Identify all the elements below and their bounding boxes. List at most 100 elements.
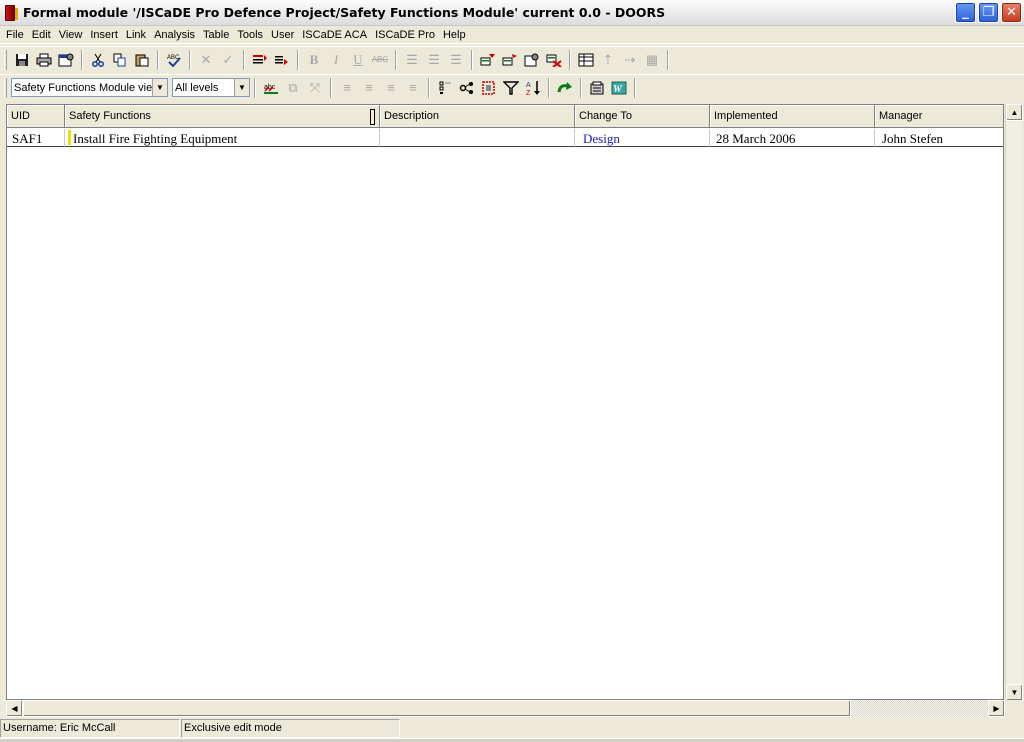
cell-implemented[interactable]: 28 March 2006 (710, 129, 875, 147)
save-icon[interactable] (11, 49, 33, 71)
toolbar-separator (81, 49, 83, 70)
toolbar-separator (667, 49, 669, 70)
toolbar-separator (395, 49, 397, 70)
table-icon[interactable] (575, 49, 597, 71)
svg-text:Z: Z (526, 90, 531, 96)
view-toolbar: Safety Functions Module view ▼ All level… (0, 74, 1024, 100)
column-header-manager[interactable]: Manager (875, 105, 1003, 128)
vertical-scrollbar[interactable]: ▲ ▼ (1005, 104, 1023, 701)
toolbar-separator (548, 77, 550, 98)
spell-check-red-icon[interactable]: abc (260, 77, 282, 99)
close-button[interactable]: ✕ (1001, 2, 1022, 23)
column-header-change-to[interactable]: Change To (575, 105, 710, 128)
cell-description[interactable] (380, 129, 575, 147)
check-icon[interactable]: ✓ (217, 49, 239, 71)
menu-iscade-pro[interactable]: ISCaDE Pro (371, 29, 439, 41)
link-delete-icon[interactable] (543, 49, 565, 71)
toolbar-separator (580, 77, 582, 98)
module-table[interactable]: UID Safety Functions Description Change … (6, 104, 1004, 700)
print-icon[interactable] (33, 49, 55, 71)
horizontal-scroll-thumb[interactable] (23, 700, 851, 717)
menu-bar: File Edit View Insert Link Analysis Tabl… (0, 26, 1024, 44)
view-select-value: Safety Functions Module view (14, 81, 161, 94)
table-grid-icon[interactable]: ▦ (641, 49, 663, 71)
outline-icon[interactable] (434, 77, 456, 99)
toolbar-separator (569, 49, 571, 70)
menu-table[interactable]: Table (199, 29, 233, 41)
insert-object-right-icon[interactable] (271, 49, 293, 71)
delete-icon[interactable]: ✕ (195, 49, 217, 71)
spell-check-icon[interactable]: ABC (163, 49, 185, 71)
paste-icon[interactable] (131, 49, 153, 71)
bold-icon[interactable]: B (303, 49, 325, 71)
spreadsheet-icon[interactable] (586, 77, 608, 99)
sort-icon[interactable]: AZ (522, 77, 544, 99)
menu-link[interactable]: Link (122, 29, 150, 41)
doors-app-icon[interactable] (5, 4, 18, 21)
insert-column-icon[interactable]: ⇡ (597, 49, 619, 71)
column-header-description[interactable]: Description (380, 105, 575, 128)
main-toolbar: ABC ✕ ✓ B I U ABC ☰ ☰ ☰ ⇡ ⇢ ▦ (0, 46, 1024, 72)
cell-uid[interactable]: SAF1 (7, 129, 65, 147)
menu-file[interactable]: File (2, 29, 28, 41)
cell-manager[interactable]: John Stefen (875, 129, 1003, 147)
frame-icon[interactable] (478, 77, 500, 99)
chevron-down-icon[interactable]: ▼ (152, 79, 167, 96)
view-select[interactable]: Safety Functions Module view ▼ (11, 78, 168, 97)
scroll-right-icon[interactable]: ▶ (988, 700, 1005, 717)
properties-icon[interactable] (55, 49, 77, 71)
scroll-down-icon[interactable]: ▼ (1006, 684, 1023, 701)
bullet-list-icon[interactable]: ☰ (401, 49, 423, 71)
column-header-uid[interactable]: UID (7, 105, 65, 128)
decrease-indent-icon[interactable]: ☰ (423, 49, 445, 71)
menu-analysis[interactable]: Analysis (150, 29, 199, 41)
menu-iscade-aca[interactable]: ISCaDE ACA (298, 29, 371, 41)
toolbar-separator (471, 49, 473, 70)
link-out-icon[interactable] (499, 49, 521, 71)
menu-edit[interactable]: Edit (28, 29, 55, 41)
cell-safety-function[interactable]: Install Fire Fighting Equipment (65, 129, 380, 147)
insert-row-icon[interactable]: ⇢ (619, 49, 641, 71)
chevron-down-icon[interactable]: ▼ (234, 79, 249, 96)
toolbar-grip[interactable] (4, 77, 7, 98)
link-in-icon[interactable] (477, 49, 499, 71)
word-export-icon[interactable]: W (608, 77, 630, 99)
menu-tools[interactable]: Tools (233, 29, 267, 41)
scroll-left-icon[interactable]: ◀ (6, 700, 23, 717)
align-center-icon[interactable]: ≡ (358, 77, 380, 99)
merge-icon[interactable]: ⤧ (304, 77, 326, 99)
italic-icon[interactable]: I (325, 49, 347, 71)
cell-change-to-link[interactable]: Design (575, 129, 710, 147)
toolbar-separator (189, 49, 191, 70)
cut-icon[interactable] (87, 49, 109, 71)
filter-icon[interactable] (500, 77, 522, 99)
toolbar-grip[interactable] (4, 49, 7, 70)
menu-view[interactable]: View (55, 29, 87, 41)
split-icon[interactable]: ⧉ (282, 77, 304, 99)
align-left-icon[interactable]: ≡ (336, 77, 358, 99)
underline-icon[interactable]: U (347, 49, 369, 71)
minimize-button[interactable]: _ (955, 2, 976, 23)
justify-icon[interactable]: ≡ (402, 77, 424, 99)
column-header-safety-functions[interactable]: Safety Functions (65, 105, 380, 128)
insert-object-below-icon[interactable] (249, 49, 271, 71)
refresh-arrow-icon[interactable] (554, 77, 576, 99)
menu-user[interactable]: User (267, 29, 298, 41)
link-properties-icon[interactable] (521, 49, 543, 71)
tree-icon[interactable] (456, 77, 478, 99)
title-bar: Formal module '/ISCaDE Pro Defence Proje… (0, 0, 1024, 26)
scroll-up-icon[interactable]: ▲ (1006, 104, 1023, 121)
column-resize-handle[interactable] (370, 109, 375, 125)
increase-indent-icon[interactable]: ☰ (445, 49, 467, 71)
level-select[interactable]: All levels ▼ (172, 78, 250, 97)
column-header-implemented[interactable]: Implemented (710, 105, 875, 128)
copy-icon[interactable] (109, 49, 131, 71)
align-right-icon[interactable]: ≡ (380, 77, 402, 99)
menu-insert[interactable]: Insert (86, 29, 122, 41)
menu-help[interactable]: Help (439, 29, 470, 41)
strikethrough-icon[interactable]: ABC (369, 49, 391, 71)
horizontal-scrollbar[interactable]: ◀ ▶ (6, 700, 1005, 717)
toolbar-separator (634, 77, 636, 98)
restore-button[interactable]: ❐ (978, 2, 999, 23)
toolbar-separator (297, 49, 299, 70)
